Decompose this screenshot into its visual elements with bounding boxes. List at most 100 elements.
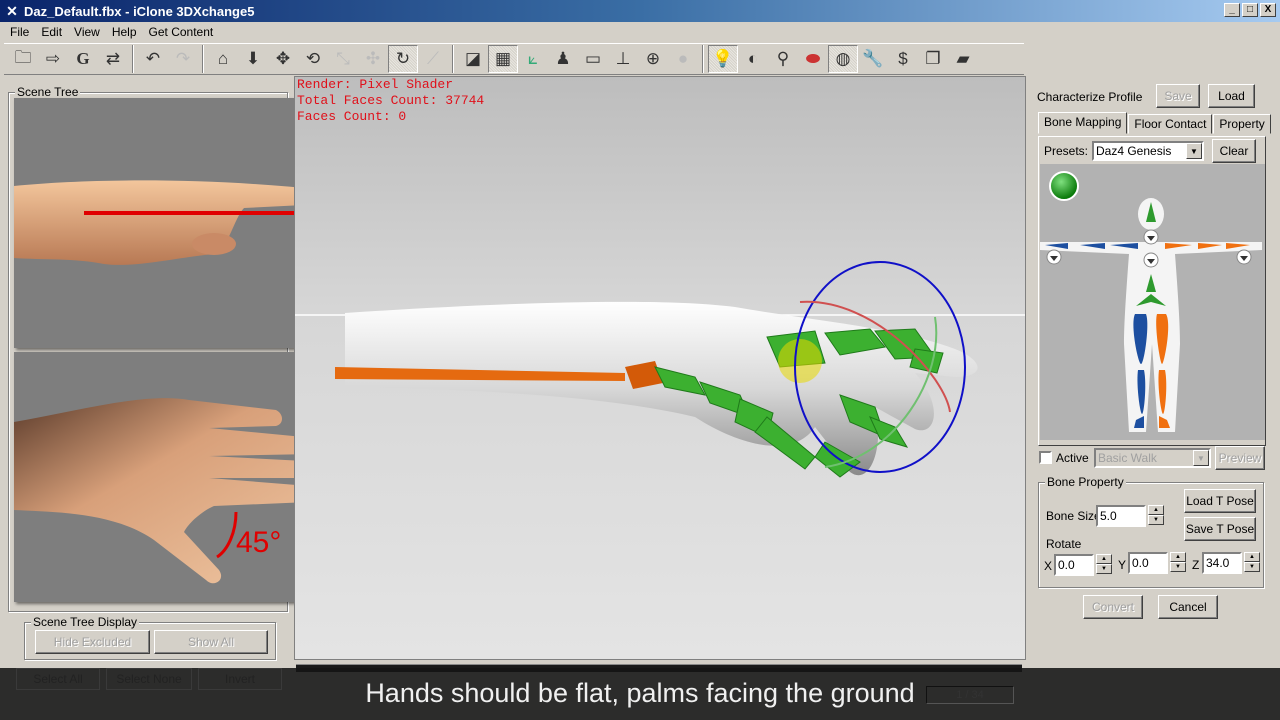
rotate-x-stepper[interactable]: 0.0 ▲ ▼ [1054,554,1112,576]
spin-up-icon[interactable]: ▲ [1170,552,1186,562]
move-down-icon[interactable]: ⬇ [238,45,268,73]
color-light-icon[interactable]: ⬬ [798,45,828,73]
convert-icon[interactable]: ⇄ [98,45,128,73]
presets-label: Presets: [1044,144,1089,158]
show-all-button[interactable]: Show All [154,630,268,654]
wireframe-toggle-icon[interactable]: ◪ [458,45,488,73]
title-bar: ✕ Daz_Default.fbx - iClone 3DXchange5 _ … [0,0,1280,22]
ground-icon[interactable]: ⊥ [608,45,638,73]
spin-up-icon[interactable]: ▲ [1096,554,1112,564]
save-profile-button[interactable]: Save [1156,84,1200,108]
angle-arc [216,511,238,559]
tab-floor-contact[interactable]: Floor Contact [1128,114,1213,134]
bone-size-stepper[interactable]: 5.0 ▲ ▼ [1096,505,1164,527]
light-bulb-icon[interactable]: 💡 [708,45,738,73]
spin-down-icon[interactable]: ▼ [1244,562,1260,572]
hand-model-scene [295,261,1025,478]
x-logo-icon: ✕ [6,3,18,19]
rotate-icon[interactable]: ⟲ [298,45,328,73]
rotate-y-stepper[interactable]: 0.0 ▲ ▼ [1128,552,1186,574]
selected-joint-highlight [778,339,822,383]
tab-bone-mapping[interactable]: Bone Mapping [1038,112,1128,134]
preview-button[interactable]: Preview [1215,446,1265,470]
clear-button[interactable]: Clear [1212,139,1256,163]
disabled-tool-icon[interactable]: ⟋ [418,45,448,73]
globe-icon[interactable]: ⊕ [638,45,668,73]
save-t-pose-button[interactable]: Save T Pose [1184,517,1256,541]
grid-icon[interactable]: ▦ [488,45,518,73]
minimize-button[interactable]: _ [1224,3,1240,17]
spin-up-icon[interactable]: ▲ [1244,552,1260,562]
g-icon[interactable]: G [68,45,98,73]
angle-label: 45° [236,526,281,559]
toolbar-separator [452,45,454,73]
toolbar-separator [132,45,134,73]
rotate-z-stepper[interactable]: 34.0 ▲ ▼ [1202,552,1260,574]
menu-file[interactable]: File [4,25,35,39]
load-t-pose-button[interactable]: Load T Pose [1184,489,1256,513]
wrench-icon[interactable]: 🔧 [858,45,888,73]
person-icon[interactable]: ♟ [548,45,578,73]
active-checkbox[interactable] [1039,451,1052,464]
bone-size-input[interactable]: 5.0 [1096,505,1146,527]
menu-edit[interactable]: Edit [35,25,68,39]
rotate-z-input[interactable]: 34.0 [1202,552,1242,574]
spin-down-icon[interactable]: ▼ [1096,564,1112,574]
disabled-globe-icon[interactable]: ● [668,45,698,73]
camera-screen-icon[interactable]: ▰ [948,45,978,73]
3d-viewport[interactable]: Render: Pixel Shader Total Faces Count: … [294,76,1026,660]
rotate-z-label: Z [1192,558,1200,572]
subtitle-text: Hands should be flat, palms facing the g… [365,678,915,708]
reset-rotate-icon[interactable]: ↻ [388,45,418,73]
body-figure [1040,171,1262,432]
rotate-x-label: X [1044,559,1053,573]
mapping-status-icon [1049,171,1079,201]
cancel-button[interactable]: Cancel [1158,595,1218,619]
axis-icon[interactable]: ⟀ [518,45,548,73]
spin-down-icon[interactable]: ▼ [1170,562,1186,572]
convert-button[interactable]: Convert [1083,595,1143,619]
rotate-y-input[interactable]: 0.0 [1128,552,1168,574]
money-icon[interactable]: $ [888,45,918,73]
move-icon[interactable]: ✥ [268,45,298,73]
rotate-x-input[interactable]: 0.0 [1054,554,1094,576]
rotate-y-label: Y [1118,558,1127,572]
spin-down-icon[interactable]: ▼ [1148,515,1164,525]
chevron-down-icon[interactable]: ▼ [1193,450,1209,466]
maximize-button[interactable]: □ [1242,3,1258,17]
spin-up-icon[interactable]: ▲ [1148,505,1164,515]
export-icon[interactable]: ⇨ [38,45,68,73]
menu-view[interactable]: View [68,25,106,39]
bone-property-label: Bone Property [1045,475,1126,489]
scale-icon[interactable]: ⤡ [328,45,358,73]
profile-tabs: Bone Mapping Floor Contact Property [1038,112,1272,134]
rotate-label: Rotate [1046,537,1082,551]
spotlight-icon[interactable]: ◐ [738,45,768,73]
scene-tree-display-label: Scene Tree Display [31,615,140,629]
window-title: Daz_Default.fbx - iClone 3DXchange5 [24,3,255,19]
body-map [1040,164,1265,440]
active-label: Active [1056,451,1089,465]
tab-property[interactable]: Property [1213,114,1271,134]
toolbar: 🗀 ⇨ G ⇄ ↶ ↷ ⌂ ⬇ ✥ ⟲ ⤡ ✣ ↻ ⟋ ◪ ▦ ⟀ ♟ ▭ ⊥ … [4,43,1024,75]
menu-bar: File Edit View Help Get Content [0,22,1280,41]
mesh-globe-icon[interactable]: ◍ [828,45,858,73]
three-point-light-icon[interactable]: ⚲ [768,45,798,73]
menu-help[interactable]: Help [106,25,143,39]
transform-icon[interactable]: ✣ [358,45,388,73]
redo-icon[interactable]: ↷ [168,45,198,73]
menu-get-content[interactable]: Get Content [143,25,220,39]
home-icon[interactable]: ⌂ [208,45,238,73]
presets-dropdown[interactable]: Daz4 Genesis ▼ [1092,141,1204,161]
app-window: ✕ Daz_Default.fbx - iClone 3DXchange5 _ … [0,0,1280,720]
bone-size-label: Bone Size [1046,509,1101,523]
chevron-down-icon[interactable]: ▼ [1186,143,1202,159]
box-icon[interactable]: ▭ [578,45,608,73]
load-profile-button[interactable]: Load [1208,84,1255,108]
open-folder-icon[interactable]: 🗀 [8,45,38,73]
stack-icon[interactable]: ❐ [918,45,948,73]
hide-excluded-button[interactable]: Hide Excluded [35,630,150,654]
undo-icon[interactable]: ↶ [138,45,168,73]
motion-dropdown[interactable]: Basic Walk ▼ [1094,448,1211,468]
close-button[interactable]: X [1260,3,1276,17]
